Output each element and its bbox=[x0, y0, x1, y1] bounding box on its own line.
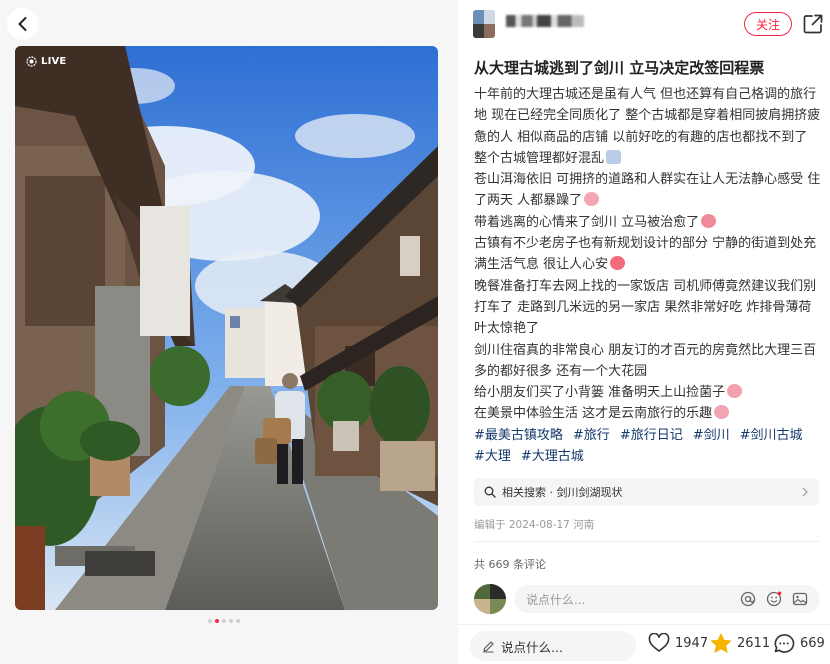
tag-link[interactable]: #最美古镇攻略 bbox=[474, 428, 563, 443]
tag-link[interactable]: #旅行 bbox=[573, 428, 610, 443]
post-photo[interactable] bbox=[15, 46, 438, 610]
author-name-redacted bbox=[506, 14, 584, 27]
follow-button[interactable]: 关注 bbox=[744, 12, 792, 36]
comment-input-placeholder: 说点什么... bbox=[526, 592, 586, 607]
comment-compose-row: 说点什么... bbox=[474, 584, 820, 614]
tag-link[interactable]: #剑川 bbox=[693, 428, 730, 443]
related-search-bar[interactable]: 相关搜索 · 剑川剑湖现状 bbox=[474, 478, 819, 506]
comment-input-icons bbox=[740, 591, 808, 607]
live-icon bbox=[26, 56, 37, 67]
comment-count: 共 669 条评论 bbox=[474, 558, 546, 571]
avatar-image bbox=[474, 584, 506, 614]
comment-button[interactable]: 669 bbox=[773, 633, 825, 654]
user-avatar[interactable] bbox=[474, 584, 506, 614]
chevron-right-icon bbox=[802, 487, 808, 497]
favorite-count: 2611 bbox=[737, 636, 771, 651]
slide-dot-active[interactable] bbox=[215, 619, 219, 623]
pig-face-emoji-icon bbox=[610, 256, 626, 271]
related-search-text: 相关搜索 · 剑川剑湖现状 bbox=[502, 486, 623, 499]
emoji-icon[interactable] bbox=[766, 591, 782, 607]
slide-indicator bbox=[208, 619, 240, 623]
post-tags: #最美古镇攻略 #旅行 #旅行日记 #剑川 #剑川古城 #大理 #大理古城 bbox=[474, 425, 822, 468]
pig-face-emoji-icon bbox=[727, 384, 743, 399]
say-something-button[interactable]: 说点什么... bbox=[470, 631, 636, 661]
back-button[interactable] bbox=[7, 8, 39, 40]
post-paragraph: 剑川住宿真的非常良心 朋友订的才百元的房竟然比大理三百多的都好很多 还有一个大花… bbox=[474, 342, 817, 379]
author-bar: 关注 bbox=[458, 0, 830, 46]
tag-link[interactable]: #大理古城 bbox=[521, 449, 584, 464]
post-title: 从大理古城逃到了剑川 立马决定改签回程票 bbox=[474, 59, 765, 77]
chevron-left-icon bbox=[18, 17, 27, 31]
divider bbox=[474, 541, 819, 542]
comment-input[interactable]: 说点什么... bbox=[514, 585, 820, 613]
say-something-label: 说点什么... bbox=[501, 639, 563, 655]
slide-dot[interactable] bbox=[222, 619, 226, 623]
street-photo-illustration bbox=[15, 46, 438, 610]
share-icon bbox=[803, 14, 823, 34]
edited-info: 编辑于 2024-08-17 河南 bbox=[474, 519, 595, 531]
mention-icon[interactable] bbox=[740, 591, 756, 607]
pig-face-emoji-icon bbox=[584, 192, 600, 207]
like-button[interactable]: 1947 bbox=[648, 633, 708, 653]
search-icon bbox=[484, 486, 496, 498]
avatar-image bbox=[473, 10, 495, 38]
post-detail-panel: 关注 从大理古城逃到了剑川 立马决定改签回程票 十年前的大理古城还是虽有人气 但… bbox=[458, 0, 830, 664]
image-icon[interactable] bbox=[792, 591, 808, 607]
post-paragraph: 晚餐准备打车去网上找的一家饭店 司机师傅竟然建议我们别打车了 走路到几米远的另一… bbox=[474, 278, 817, 337]
post-paragraph: 苍山洱海依旧 可拥挤的道路和人群实在让人无法静心感受 住了两天 人都暴躁了 bbox=[474, 172, 821, 209]
post-paragraph: 古镇有不少老房子也有新规划设计的部分 宁静的街道到处充满生活气息 很让人心安 bbox=[474, 236, 817, 273]
cloud-face-emoji-icon bbox=[606, 149, 622, 164]
media-panel: LIVE bbox=[0, 0, 458, 664]
share-button[interactable] bbox=[802, 13, 824, 35]
pig-face-emoji-icon bbox=[714, 405, 730, 420]
tag-link[interactable]: #剑川古城 bbox=[740, 428, 803, 443]
post-body: 十年前的大理古城还是虽有人气 但也还算有自己格调的旅行地 现在已经完全同质化了 … bbox=[474, 84, 822, 467]
heart-icon bbox=[648, 633, 670, 652]
pencil-icon bbox=[483, 640, 494, 652]
tag-link[interactable]: #大理 bbox=[474, 449, 511, 464]
slide-dot[interactable] bbox=[208, 619, 212, 623]
live-badge: LIVE bbox=[26, 56, 66, 67]
post-paragraph: 带着逃离的心情来了剑川 立马被治愈了 bbox=[474, 212, 822, 233]
bottom-action-bar: 说点什么... 1947 2611 669 bbox=[458, 624, 830, 664]
author-avatar[interactable] bbox=[473, 10, 495, 38]
star-icon bbox=[710, 633, 732, 653]
tag-link[interactable]: #旅行日记 bbox=[620, 428, 683, 443]
slide-dot[interactable] bbox=[229, 619, 233, 623]
slide-dot[interactable] bbox=[236, 619, 240, 623]
post-paragraph: 在美景中体验生活 这才是云南旅行的乐趣 bbox=[474, 403, 822, 424]
comment-bubble-icon bbox=[774, 634, 795, 653]
comment-count-stat: 669 bbox=[800, 636, 825, 651]
post-paragraph: 十年前的大理古城还是虽有人气 但也还算有自己格调的旅行地 现在已经完全同质化了 … bbox=[474, 87, 821, 166]
author-name[interactable] bbox=[506, 13, 584, 28]
pig-face-emoji-icon bbox=[701, 213, 717, 228]
like-count: 1947 bbox=[675, 635, 709, 651]
favorite-button[interactable]: 2611 bbox=[710, 633, 770, 654]
post-paragraph: 给小朋友们买了小背篓 准备明天上山捡菌子 bbox=[474, 382, 822, 403]
live-label: LIVE bbox=[41, 56, 67, 67]
